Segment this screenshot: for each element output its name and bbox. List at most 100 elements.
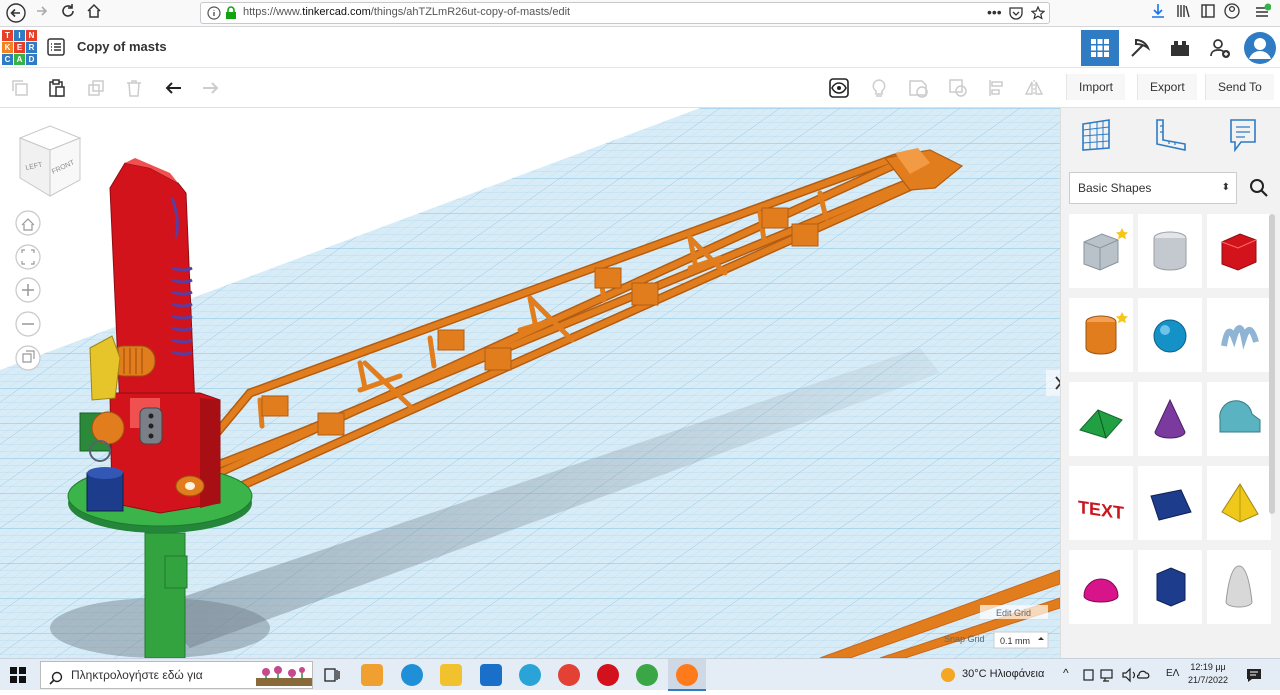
- hole-shape-icon[interactable]: [946, 76, 970, 100]
- solid-shape-icon[interactable]: [906, 76, 930, 100]
- info-icon[interactable]: [207, 6, 221, 25]
- task-view-icon[interactable]: [323, 666, 341, 689]
- account-icon[interactable]: [1222, 3, 1242, 23]
- back-icon[interactable]: [6, 3, 26, 23]
- shape-box-hole[interactable]: [1069, 214, 1133, 288]
- home-icon[interactable]: [84, 3, 104, 23]
- taskbar-search-input[interactable]: Πληκτρολογήστε εδώ για: [40, 661, 313, 689]
- scribble-icon: [1221, 325, 1259, 350]
- shape-box[interactable]: [1207, 214, 1271, 288]
- app-icon[interactable]: [519, 664, 541, 686]
- snap-grid-label: Snap Grid: [944, 634, 985, 644]
- workplane-viewport[interactable]: LEFT FRONT Edit Grid Snap Grid 0.1 mm: [0, 108, 1060, 658]
- shape-polygon[interactable]: [1138, 550, 1202, 624]
- bookmark-star-icon[interactable]: [1030, 5, 1046, 25]
- shape-roof[interactable]: [1069, 382, 1133, 456]
- paste-icon[interactable]: [45, 76, 69, 100]
- reload-icon[interactable]: [58, 3, 78, 23]
- clock[interactable]: 12:19 μμ 21/7/2022: [1188, 661, 1228, 687]
- shape-pyramid[interactable]: [1207, 466, 1271, 540]
- opera-icon[interactable]: [597, 664, 619, 686]
- favorite-star-icon: [1116, 312, 1128, 324]
- polygon-icon: [1156, 567, 1186, 607]
- pocket-icon[interactable]: [1009, 6, 1023, 25]
- media-player-icon[interactable]: [361, 664, 383, 686]
- collapse-panel-icon[interactable]: [1046, 370, 1060, 396]
- design-title[interactable]: Copy of masts: [77, 39, 167, 54]
- 3d-view-button[interactable]: [1081, 30, 1119, 66]
- downloads-icon[interactable]: [1148, 3, 1168, 23]
- fit-view-icon[interactable]: [15, 244, 41, 270]
- notification-icon[interactable]: [1246, 667, 1262, 688]
- avatar[interactable]: [1241, 30, 1279, 66]
- import-button[interactable]: Import: [1066, 74, 1126, 100]
- firefox-taskbar-button[interactable]: [668, 659, 706, 691]
- file-explorer-icon[interactable]: [440, 664, 462, 686]
- logo-letter: I: [14, 30, 25, 41]
- export-button[interactable]: Export: [1137, 74, 1197, 100]
- start-icon[interactable]: [10, 667, 26, 688]
- menu-icon[interactable]: [1252, 3, 1272, 23]
- logo-letter: R: [26, 42, 37, 53]
- browser-toolbar: https://www.tinkercad.com/things/ahTZLmR…: [0, 0, 1280, 27]
- redo-icon[interactable]: [198, 76, 222, 100]
- undo-icon[interactable]: [162, 76, 186, 100]
- add-user-icon[interactable]: [1201, 30, 1239, 66]
- edge-icon[interactable]: [401, 664, 423, 686]
- zoom-in-icon[interactable]: [15, 277, 41, 303]
- panel-scrollbar[interactable]: [1269, 214, 1275, 514]
- round-roof-icon: [1219, 400, 1261, 433]
- copy-icon[interactable]: [8, 76, 32, 100]
- shape-wedge[interactable]: [1138, 466, 1202, 540]
- shape-cylinder-hole[interactable]: [1138, 214, 1202, 288]
- tray-chevron-icon[interactable]: ^: [1063, 666, 1069, 680]
- windows-taskbar: Πληκτρολογήστε εδώ για 30°C Ηλιοφάνεια ^…: [0, 658, 1280, 691]
- tray-icons[interactable]: [1083, 667, 1153, 688]
- mail-icon[interactable]: [480, 664, 502, 686]
- snap-grid-select[interactable]: 0.1 mm: [1000, 636, 1030, 646]
- shape-scribble[interactable]: [1207, 298, 1271, 372]
- show-all-icon[interactable]: [827, 76, 851, 100]
- notes-lightbulb-icon[interactable]: [867, 76, 891, 100]
- zoom-out-icon[interactable]: [15, 311, 41, 337]
- sidebar-icon[interactable]: [1198, 3, 1218, 23]
- tinkercad-logo[interactable]: T I N K E R C A D: [2, 30, 37, 65]
- language-indicator[interactable]: ΕΛ: [1166, 668, 1179, 679]
- align-icon[interactable]: [985, 76, 1009, 100]
- shape-paraboloid[interactable]: [1207, 550, 1271, 624]
- shape-category-select[interactable]: Basic Shapes ⬍: [1069, 172, 1237, 204]
- library-icon[interactable]: [1174, 3, 1194, 23]
- roof-icon: [1079, 409, 1123, 439]
- blocks-pickaxe-icon[interactable]: [1121, 30, 1159, 66]
- shape-cone[interactable]: [1138, 382, 1202, 456]
- favorite-star-icon: [1116, 228, 1128, 240]
- ortho-view-icon[interactable]: [15, 345, 41, 371]
- utorrent-icon[interactable]: [636, 664, 658, 686]
- 3d-scene[interactable]: LEFT FRONT Edit Grid Snap Grid 0.1 mm: [0, 108, 1060, 658]
- duplicate-icon[interactable]: [84, 76, 108, 100]
- shape-half-sphere[interactable]: [1069, 550, 1133, 624]
- chrome-icon[interactable]: [558, 664, 580, 686]
- edit-grid-button[interactable]: Edit Grid: [996, 608, 1031, 618]
- search-shapes-icon[interactable]: [1243, 172, 1275, 204]
- weather-text[interactable]: 30°C Ηλιοφάνεια: [962, 668, 1044, 680]
- ruler-tool-icon[interactable]: [1153, 118, 1189, 157]
- shape-round-roof[interactable]: [1207, 382, 1271, 456]
- notes-tool-icon[interactable]: [1227, 118, 1259, 159]
- design-list-icon[interactable]: [47, 38, 65, 61]
- delete-icon[interactable]: [122, 76, 146, 100]
- shape-sphere[interactable]: [1138, 298, 1202, 372]
- logo-letter: A: [14, 54, 25, 65]
- forward-icon[interactable]: [32, 3, 52, 23]
- shape-cylinder[interactable]: [1069, 298, 1133, 372]
- bricks-icon[interactable]: [1161, 30, 1199, 66]
- shape-text[interactable]: TEXT: [1069, 466, 1133, 540]
- mirror-icon[interactable]: [1022, 76, 1046, 100]
- workplane-tool-icon[interactable]: [1079, 118, 1113, 157]
- home-view-icon[interactable]: [15, 210, 41, 236]
- address-bar[interactable]: https://www.tinkercad.com/things/ahTZLmR…: [200, 2, 1050, 24]
- svg-text:TEXT: TEXT: [1078, 497, 1124, 523]
- send-to-button[interactable]: Send To: [1205, 74, 1274, 100]
- page-actions-icon[interactable]: •••: [987, 4, 1002, 20]
- view-cube[interactable]: LEFT FRONT: [18, 125, 82, 197]
